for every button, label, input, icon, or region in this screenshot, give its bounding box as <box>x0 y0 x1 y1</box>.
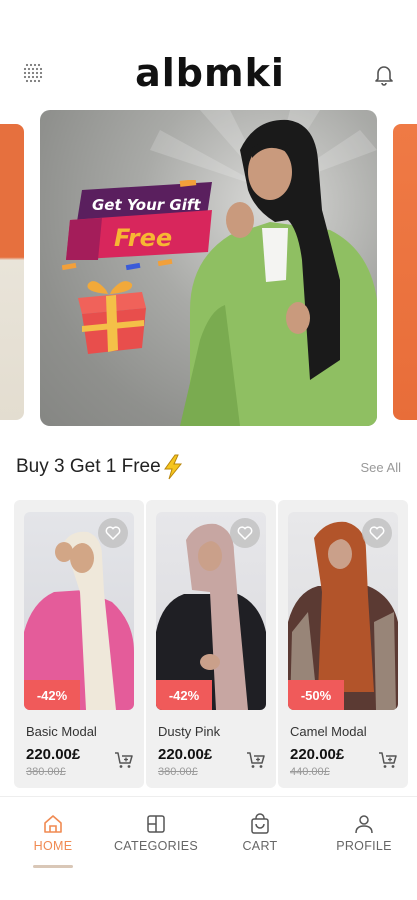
carousel-prev-slide[interactable] <box>0 124 24 420</box>
categories-icon <box>147 815 165 833</box>
promo-line2: Free <box>114 224 172 252</box>
promo-tag: Get Your Gift Free <box>62 180 212 271</box>
product-old-price: 440.00£ <box>290 766 330 778</box>
profile-icon <box>355 815 373 834</box>
lightning-bolt-icon <box>164 454 183 480</box>
nav-categories-label: CATEGORIES <box>113 839 199 853</box>
carousel-next-slide[interactable] <box>393 124 417 420</box>
nav-categories[interactable]: CATEGORIES <box>106 813 206 853</box>
nav-home[interactable]: HOME <box>3 813 103 853</box>
product-card[interactable]: -42% Dusty Pink 220.00£ 380.00£ <box>146 500 276 788</box>
product-image: -50% <box>288 512 398 710</box>
bell-icon[interactable] <box>372 62 396 86</box>
add-to-cart-icon[interactable] <box>114 750 134 770</box>
nav-cart-label: CART <box>242 839 278 853</box>
product-image: -42% <box>156 512 266 710</box>
favorite-button[interactable] <box>230 518 260 548</box>
discount-badge: -50% <box>288 680 344 710</box>
home-icon <box>44 815 62 833</box>
promo-banner[interactable]: Get Your Gift Free <box>40 110 377 426</box>
product-price: 220.00£ <box>26 746 81 763</box>
add-to-cart-icon[interactable] <box>246 750 266 770</box>
favorite-button[interactable] <box>362 518 392 548</box>
product-price: 220.00£ <box>158 746 213 763</box>
product-list: -42% Basic Modal 220.00£ 380.00£ -42% Du… <box>0 500 417 790</box>
nav-home-label: HOME <box>33 839 73 853</box>
product-card[interactable]: -42% Basic Modal 220.00£ 380.00£ <box>14 500 144 788</box>
add-to-cart-icon[interactable] <box>378 750 398 770</box>
promo-line1: Get Your Gift <box>92 196 201 214</box>
product-old-price: 380.00£ <box>158 766 198 778</box>
section-header: Buy 3 Get 1 Free See All <box>0 448 417 484</box>
nav-cart[interactable]: CART <box>210 813 310 853</box>
nav-profile[interactable]: PROFILE <box>314 813 414 853</box>
product-name: Camel Modal <box>290 724 367 739</box>
cart-icon <box>251 813 269 834</box>
gift-box-icon <box>78 281 146 354</box>
section-title: Buy 3 Get 1 Free <box>16 456 161 477</box>
grid-dots-icon[interactable] <box>22 62 44 84</box>
product-price: 220.00£ <box>290 746 345 763</box>
product-card[interactable]: -50% Camel Modal 220.00£ 440.00£ <box>278 500 408 788</box>
favorite-button[interactable] <box>98 518 128 548</box>
product-old-price: 380.00£ <box>26 766 66 778</box>
discount-badge: -42% <box>156 680 212 710</box>
banner-carousel[interactable]: Get Your Gift Free <box>0 110 417 428</box>
product-name: Dusty Pink <box>158 724 221 739</box>
heart-icon <box>237 526 253 541</box>
bottom-nav: HOME CATEGORIES CART PROFILE <box>0 796 417 900</box>
app-header: albmki <box>0 0 417 110</box>
active-tab-indicator <box>33 865 73 868</box>
heart-icon <box>105 526 121 541</box>
nav-profile-label: PROFILE <box>336 839 392 853</box>
see-all-link[interactable]: See All <box>361 460 401 475</box>
product-image: -42% <box>24 512 134 710</box>
heart-icon <box>369 526 385 541</box>
product-name: Basic Modal <box>26 724 97 739</box>
brand-logo: albmki <box>135 51 285 95</box>
discount-badge: -42% <box>24 680 80 710</box>
